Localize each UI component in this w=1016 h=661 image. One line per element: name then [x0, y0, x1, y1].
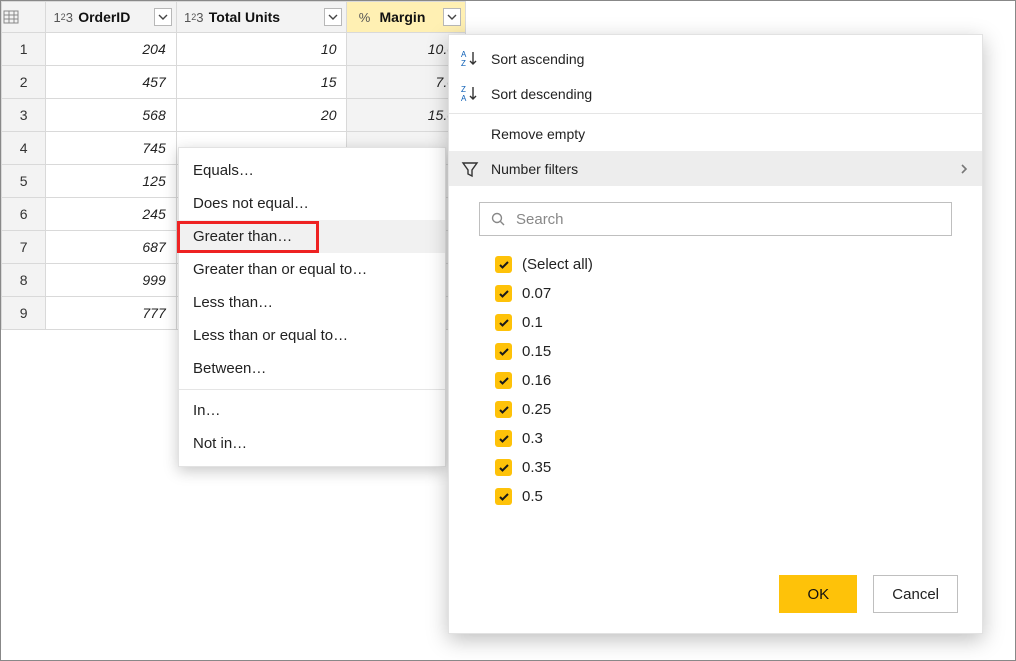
column-header-orderid[interactable]: 123 OrderID — [46, 2, 177, 33]
filter-icon — [459, 159, 481, 179]
checkbox-label: 0.07 — [522, 285, 551, 302]
sort-descending-item[interactable]: ZA Sort descending — [449, 76, 982, 111]
column-title: OrderID — [76, 9, 152, 25]
row-number: 2 — [2, 66, 46, 99]
search-input[interactable] — [514, 210, 941, 229]
number-filters-item[interactable]: Number filters — [449, 151, 982, 186]
column-filter-panel: AZ Sort ascending ZA Sort descending Rem… — [448, 34, 983, 634]
column-dropdown-icon[interactable] — [443, 8, 461, 26]
checkbox-icon — [495, 343, 512, 360]
svg-text:A: A — [461, 50, 467, 59]
select-all-checkbox[interactable]: (Select all) — [495, 250, 952, 279]
sort-desc-icon: ZA — [459, 84, 481, 104]
menu-label: Sort ascending — [491, 51, 584, 67]
chevron-right-icon — [958, 163, 970, 175]
search-input-wrapper[interactable] — [479, 202, 952, 236]
table-row[interactable]: 2457157.0 — [2, 66, 466, 99]
cell-units[interactable]: 10 — [176, 33, 347, 66]
number-filter-option[interactable]: In… — [179, 394, 445, 427]
column-title: Total Units — [207, 9, 323, 25]
cell-orderid[interactable]: 568 — [46, 99, 177, 132]
int-icon: 123 — [52, 7, 74, 27]
number-filters-submenu: Equals…Does not equal…Greater than…Great… — [178, 147, 446, 467]
checkbox-icon — [495, 372, 512, 389]
column-title: Margin — [377, 9, 441, 25]
value-checkbox[interactable]: 0.25 — [495, 395, 952, 424]
row-number: 5 — [2, 165, 46, 198]
row-number: 3 — [2, 99, 46, 132]
number-filter-option[interactable]: Between… — [179, 352, 445, 385]
menu-label: Number filters — [491, 161, 578, 177]
value-checkbox[interactable]: 0.1 — [495, 308, 952, 337]
percent-icon: % — [353, 7, 375, 27]
value-checkbox[interactable]: 0.35 — [495, 453, 952, 482]
checkbox-icon — [495, 285, 512, 302]
column-header-total-units[interactable]: 123 Total Units — [176, 2, 347, 33]
row-number: 7 — [2, 231, 46, 264]
row-number: 9 — [2, 297, 46, 330]
number-filter-option[interactable]: Less than or equal to… — [179, 319, 445, 352]
value-checkbox[interactable]: 0.16 — [495, 366, 952, 395]
column-dropdown-icon[interactable] — [324, 8, 342, 26]
number-filter-option[interactable]: Not in… — [179, 427, 445, 460]
checkbox-label: 0.35 — [522, 459, 551, 476]
checkbox-icon — [495, 314, 512, 331]
cancel-button[interactable]: Cancel — [873, 575, 958, 613]
value-checkbox[interactable]: 0.07 — [495, 279, 952, 308]
cell-orderid[interactable]: 204 — [46, 33, 177, 66]
ok-button[interactable]: OK — [779, 575, 857, 613]
checkbox-label: 0.5 — [522, 488, 543, 505]
row-number: 1 — [2, 33, 46, 66]
svg-text:A: A — [461, 94, 467, 103]
checkbox-label: 0.25 — [522, 401, 551, 418]
row-number: 8 — [2, 264, 46, 297]
cell-orderid[interactable]: 457 — [46, 66, 177, 99]
sort-ascending-item[interactable]: AZ Sort ascending — [449, 41, 982, 76]
checkbox-label: 0.15 — [522, 343, 551, 360]
cell-orderid[interactable]: 125 — [46, 165, 177, 198]
cell-units[interactable]: 15 — [176, 66, 347, 99]
table-corner[interactable] — [2, 2, 46, 33]
cell-units[interactable]: 20 — [176, 99, 347, 132]
checkbox-label: 0.16 — [522, 372, 551, 389]
column-header-margin[interactable]: % Margin — [347, 2, 466, 33]
checkbox-icon — [495, 430, 512, 447]
checkbox-label: (Select all) — [522, 256, 593, 273]
menu-label: Remove empty — [491, 126, 585, 142]
svg-text:Z: Z — [461, 85, 466, 94]
number-filter-option[interactable]: Equals… — [179, 154, 445, 187]
value-checkbox[interactable]: 0.3 — [495, 424, 952, 453]
cell-orderid[interactable]: 687 — [46, 231, 177, 264]
checkbox-icon — [495, 459, 512, 476]
cell-orderid[interactable]: 999 — [46, 264, 177, 297]
row-number: 6 — [2, 198, 46, 231]
checkbox-label: 0.3 — [522, 430, 543, 447]
checkbox-label: 0.1 — [522, 314, 543, 331]
number-filter-option[interactable]: Does not equal… — [179, 187, 445, 220]
checkbox-icon — [495, 401, 512, 418]
menu-label: Sort descending — [491, 86, 592, 102]
number-filter-option[interactable]: Less than… — [179, 286, 445, 319]
table-row[interactable]: 12041010.0 — [2, 33, 466, 66]
number-filter-option[interactable]: Greater than… — [179, 220, 445, 253]
checkbox-icon — [495, 256, 512, 273]
sort-asc-icon: AZ — [459, 49, 481, 69]
value-checkbox[interactable]: 0.5 — [495, 482, 952, 511]
number-filter-option[interactable]: Greater than or equal to… — [179, 253, 445, 286]
row-number: 4 — [2, 132, 46, 165]
search-icon — [490, 211, 506, 227]
column-dropdown-icon[interactable] — [154, 8, 172, 26]
table-row[interactable]: 35682015.0 — [2, 99, 466, 132]
cell-orderid[interactable]: 777 — [46, 297, 177, 330]
cell-orderid[interactable]: 745 — [46, 132, 177, 165]
svg-text:Z: Z — [461, 59, 466, 68]
cell-orderid[interactable]: 245 — [46, 198, 177, 231]
int-icon: 123 — [183, 7, 205, 27]
remove-empty-item[interactable]: Remove empty — [449, 116, 982, 151]
value-checkbox[interactable]: 0.15 — [495, 337, 952, 366]
checkbox-icon — [495, 488, 512, 505]
